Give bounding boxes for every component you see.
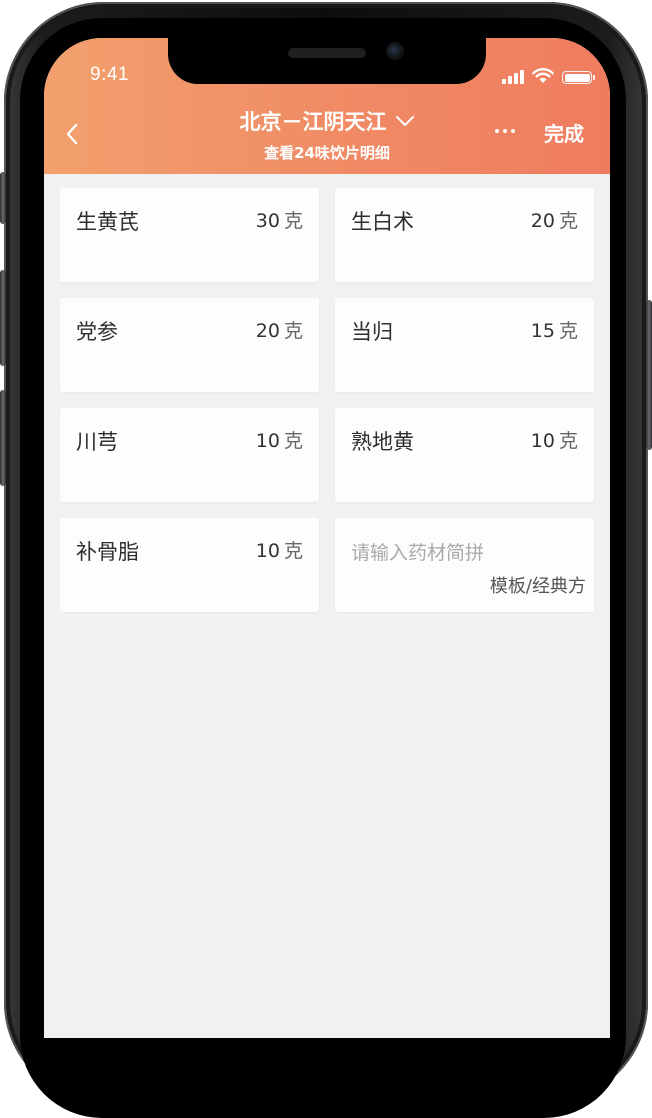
page-title: 北京－江阴天江 bbox=[239, 110, 387, 134]
more-dot bbox=[503, 129, 507, 133]
herb-unit: 克 bbox=[558, 210, 578, 232]
earpiece-speaker bbox=[288, 48, 366, 58]
pharmacy-selector[interactable]: 北京－江阴天江 bbox=[184, 106, 470, 136]
herb-unit: 克 bbox=[558, 430, 578, 452]
more-button[interactable] bbox=[490, 118, 520, 144]
add-herb-card: 请输入药材简拼 模板/经典方 bbox=[335, 518, 594, 612]
herb-amount: 20 bbox=[530, 210, 555, 232]
wifi-icon bbox=[532, 68, 554, 83]
phone-notch bbox=[168, 38, 486, 84]
done-button[interactable]: 完成 bbox=[544, 118, 584, 147]
title-block: 北京－江阴天江 查看24味饮片明细 bbox=[184, 106, 470, 163]
front-camera bbox=[386, 42, 404, 60]
herb-dose: 30 克 bbox=[256, 206, 303, 233]
herb-name: 党参 bbox=[76, 320, 118, 344]
power-button bbox=[646, 300, 652, 450]
herb-amount: 10 bbox=[255, 430, 280, 452]
herb-dose: 15 克 bbox=[531, 316, 578, 343]
herb-amount: 10 bbox=[530, 430, 555, 452]
herb-unit: 克 bbox=[283, 320, 303, 342]
volume-down-button bbox=[0, 390, 6, 486]
phone-device: 9:41 北京－江阴天江 查看24味饮片明细 完成 生黄芪 30 克 生白术 2… bbox=[0, 0, 652, 1118]
herb-amount: 15 bbox=[530, 320, 555, 342]
herb-amount: 20 bbox=[255, 320, 280, 342]
herb-dose: 10 克 bbox=[531, 426, 578, 453]
herb-unit: 克 bbox=[558, 320, 578, 342]
herb-card[interactable]: 生黄芪 30 克 bbox=[60, 188, 319, 282]
herb-dose: 10 克 bbox=[256, 536, 303, 563]
herb-unit: 克 bbox=[283, 540, 303, 562]
view-details-link[interactable]: 查看24味饮片明细 bbox=[184, 142, 470, 163]
herb-search-input[interactable]: 请输入药材简拼 bbox=[351, 538, 484, 565]
herb-card[interactable]: 当归 15 克 bbox=[335, 298, 594, 392]
herb-name: 当归 bbox=[351, 320, 393, 344]
back-button[interactable] bbox=[58, 120, 86, 148]
herb-card[interactable]: 川芎 10 克 bbox=[60, 408, 319, 502]
herb-card[interactable]: 熟地黄 10 克 bbox=[335, 408, 594, 502]
herb-card[interactable]: 生白术 20 克 bbox=[335, 188, 594, 282]
volume-up-button bbox=[0, 270, 6, 366]
herb-dose: 10 克 bbox=[256, 426, 303, 453]
chevron-left-icon bbox=[66, 123, 78, 145]
app-screen: 9:41 北京－江阴天江 查看24味饮片明细 完成 生黄芪 30 克 生白术 2… bbox=[44, 38, 610, 1038]
herb-grid: 生黄芪 30 克 生白术 20 克 党参 20 克 当归 15 克 川芎 10 克 熟地黄… bbox=[60, 188, 596, 612]
template-classic-link[interactable]: 模板/经典方 bbox=[490, 572, 586, 598]
herb-card[interactable]: 补骨脂 10 克 bbox=[60, 518, 319, 612]
herb-unit: 克 bbox=[283, 430, 303, 452]
mute-switch bbox=[0, 172, 6, 224]
herb-amount: 30 bbox=[255, 210, 280, 232]
battery-icon bbox=[562, 71, 595, 84]
herb-name: 生白术 bbox=[351, 210, 414, 234]
chevron-down-icon bbox=[395, 116, 414, 126]
herb-name: 熟地黄 bbox=[351, 430, 414, 454]
herb-unit: 克 bbox=[283, 210, 303, 232]
herb-dose: 20 克 bbox=[256, 316, 303, 343]
cellular-signal-icon bbox=[502, 68, 524, 84]
herb-name: 生黄芪 bbox=[76, 210, 139, 234]
herb-name: 川芎 bbox=[76, 430, 118, 454]
status-icons bbox=[502, 64, 595, 84]
herb-amount: 10 bbox=[255, 540, 280, 562]
more-dot bbox=[495, 129, 499, 133]
herb-card[interactable]: 党参 20 克 bbox=[60, 298, 319, 392]
more-dot bbox=[511, 129, 515, 133]
status-time: 9:41 bbox=[90, 64, 129, 85]
herb-name: 补骨脂 bbox=[76, 540, 139, 564]
herb-dose: 20 克 bbox=[531, 206, 578, 233]
